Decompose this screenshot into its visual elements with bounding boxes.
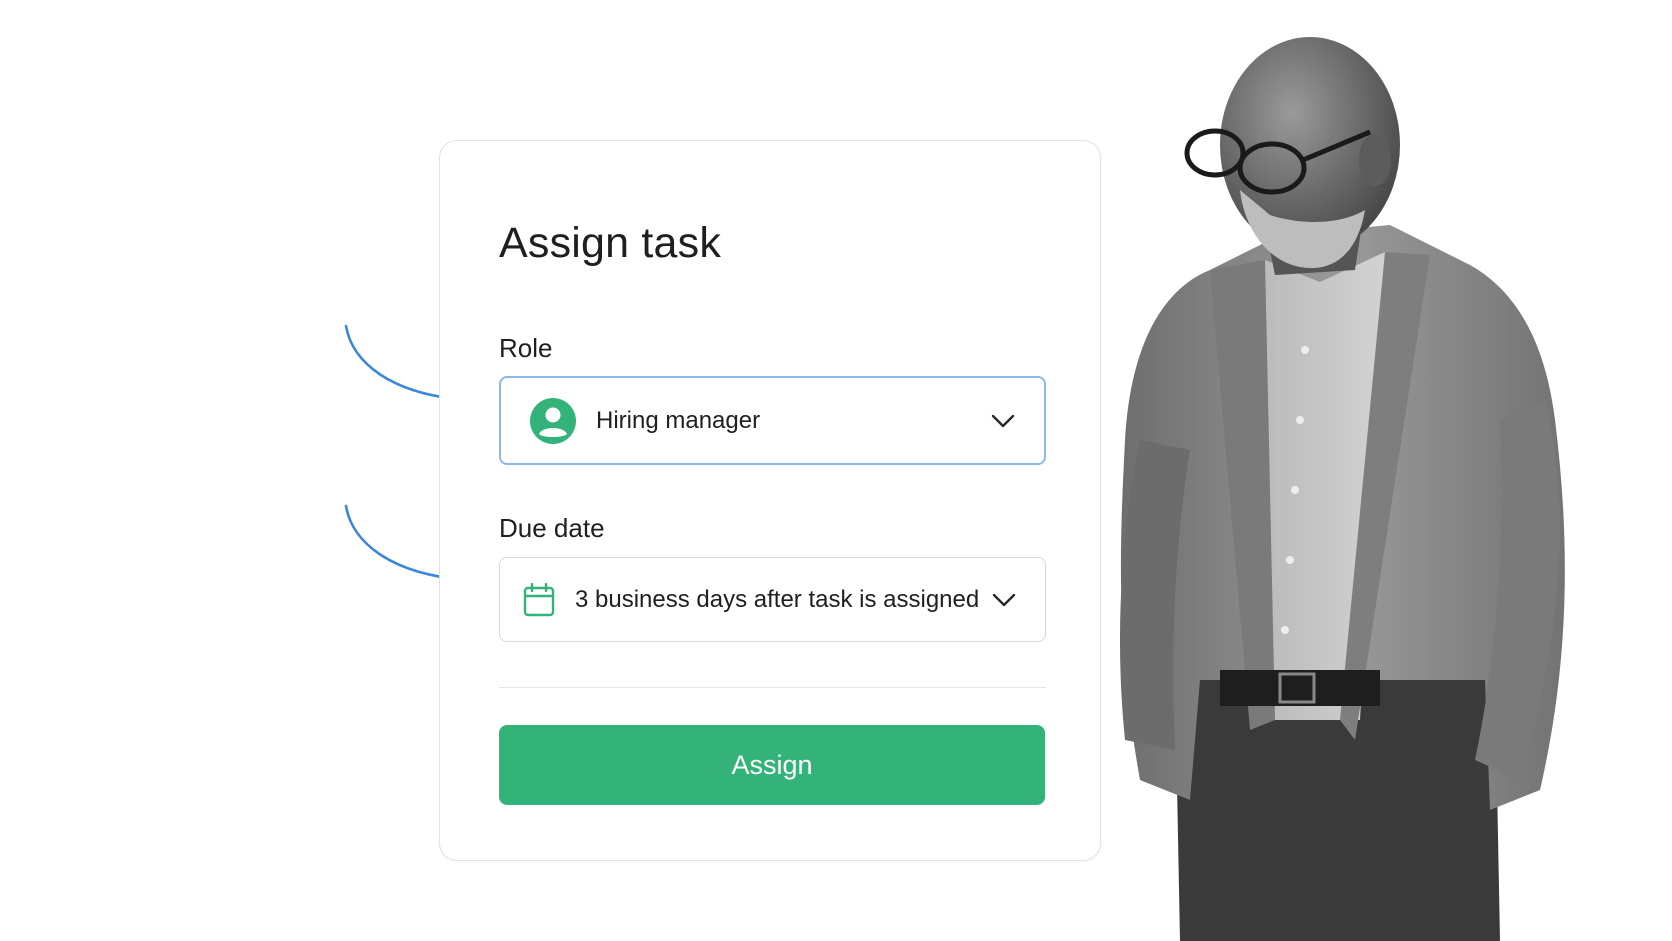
- calendar-icon: [523, 582, 555, 616]
- chevron-down-icon: [992, 593, 1016, 606]
- chevron-down-icon: [991, 414, 1015, 427]
- divider: [499, 687, 1046, 688]
- due-date-value: 3 business days after task is assigned: [575, 585, 980, 613]
- due-date-label: Due date: [499, 513, 605, 543]
- assign-task-card: Assign task Role Hiring manager Due date…: [439, 140, 1101, 861]
- person-circle-icon: [530, 397, 576, 444]
- due-date-select[interactable]: 3 business days after task is assigned: [499, 557, 1046, 642]
- person-photo: [1120, 37, 1565, 941]
- role-value: Hiring manager: [596, 406, 761, 434]
- dialog-title: Assign task: [499, 219, 722, 267]
- role-label: Role: [499, 333, 553, 363]
- role-select[interactable]: Hiring manager: [499, 376, 1046, 465]
- stage: Assign task Role Hiring manager Due date…: [0, 0, 1672, 941]
- assign-button[interactable]: Assign: [499, 725, 1045, 805]
